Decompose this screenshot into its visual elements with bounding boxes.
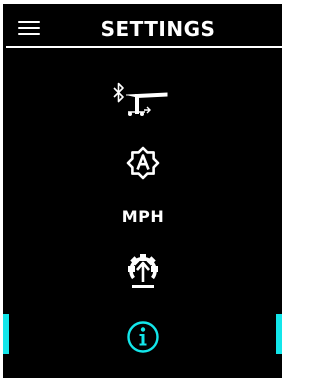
- selection-marker-left: [3, 314, 9, 354]
- page-title: SETTINGS: [100, 17, 216, 41]
- hamburger-menu-icon[interactable]: [18, 18, 42, 38]
- firmware-update-gear-icon: [128, 254, 158, 288]
- units-label: MPH: [121, 206, 165, 226]
- auto-gear-icon: [126, 146, 160, 180]
- bluetooth-kickscooter-icon: [113, 82, 168, 116]
- selection-marker-right: [276, 314, 282, 354]
- info-option[interactable]: [83, 314, 203, 360]
- settings-screen: SETTINGS MPH: [3, 4, 282, 378]
- units-option[interactable]: MPH: [83, 200, 203, 232]
- header-bar: SETTINGS: [3, 4, 282, 49]
- info-icon: [127, 321, 159, 353]
- firmware-update-option[interactable]: [83, 248, 203, 296]
- header-divider: [6, 46, 282, 48]
- auto-mode-option[interactable]: [83, 141, 203, 185]
- bluetooth-scooter-option[interactable]: [83, 78, 203, 122]
